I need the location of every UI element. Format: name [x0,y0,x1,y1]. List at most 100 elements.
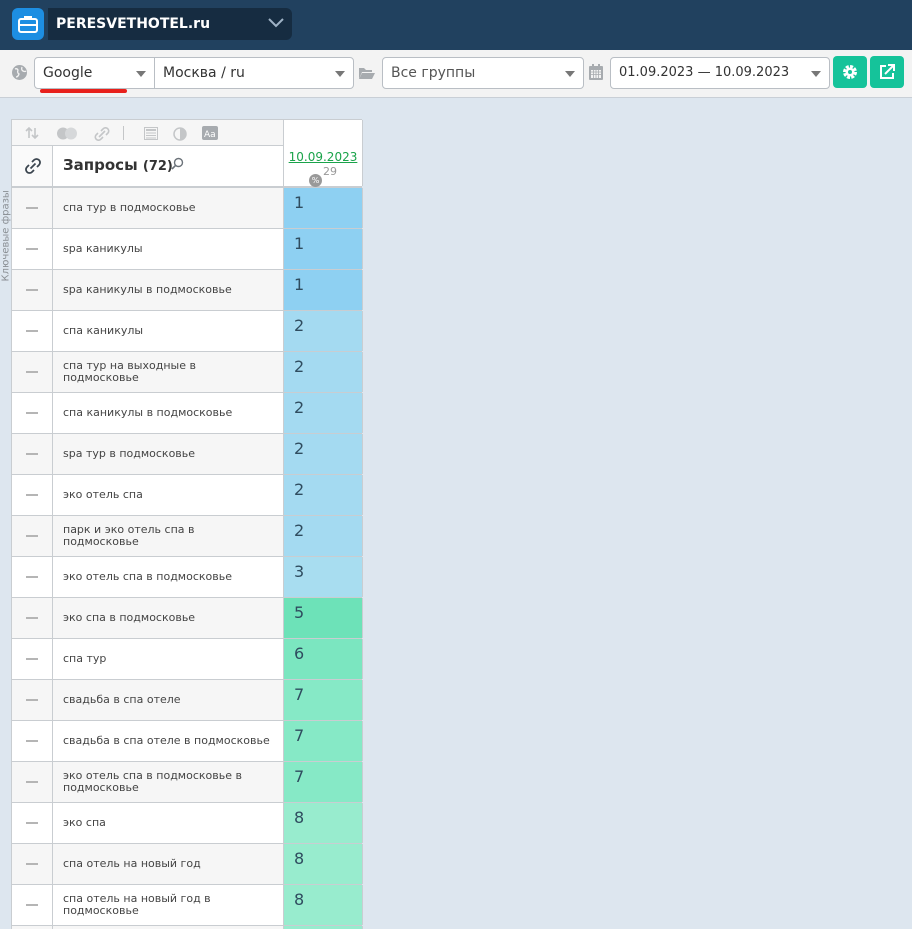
query-cell: спа отель на новый год в подмосковье [63,892,211,917]
search-icon[interactable] [171,157,184,170]
position-cell[interactable]: 2 [283,516,363,556]
position-cell[interactable]: 1 [283,270,363,310]
query-cell: спа каникулы в подмосковье [63,406,233,419]
table-row: спа каникулы 2 [12,311,363,352]
table-header-row: Запросы (72) 10.09.2023 %29 [12,146,363,188]
region-value: Москва / ru [163,65,245,81]
project-select[interactable]: PERESVETHOTEL.ru [48,8,292,40]
table-row: спа отель на новый год в подмосковье 8 [12,885,363,926]
row-link-toggle[interactable] [12,516,53,556]
minus-icon [26,904,38,906]
row-link-toggle[interactable] [12,639,53,679]
chevron-down-icon [268,18,284,28]
date-column-link[interactable]: 10.09.2023 [284,150,362,164]
queries-column-header[interactable]: Запросы (72) [53,146,283,186]
groups-value: Все группы [391,65,476,81]
keywords-side-label[interactable]: Ключевые фразы [1,186,12,281]
table-row: свадьба в спа отеле в подмосковье 7 [12,721,363,762]
query-cell: spa каникулы [63,242,143,255]
row-link-toggle[interactable] [12,721,53,761]
link-column-header[interactable] [12,146,53,186]
date-range-select[interactable]: 01.09.2023 — 10.09.2023 [610,57,830,89]
minus-icon [26,822,38,824]
queries-count: (72) [142,159,173,174]
minus-icon [26,658,38,660]
briefcase-icon[interactable] [12,8,44,40]
caret-down-icon [811,71,821,77]
date-column-header[interactable]: 10.09.2023 %29 [283,146,363,187]
minus-icon [26,371,38,373]
link-icon[interactable] [94,127,110,141]
position-cell[interactable]: 3 [283,557,363,597]
row-link-toggle[interactable] [12,311,53,351]
position-cell[interactable]: 8 [283,803,363,843]
top-bar: PERESVETHOTEL.ru [0,0,912,50]
minus-icon [26,781,38,783]
queries-title: Запросы [63,156,138,174]
row-link-toggle[interactable] [12,557,53,597]
position-cell[interactable]: 7 [283,721,363,761]
font-size-icon[interactable]: Aa [202,126,218,140]
position-cell[interactable]: 2 [283,393,363,433]
caret-down-icon [335,71,345,77]
position-cell[interactable]: 2 [283,434,363,474]
row-link-toggle[interactable] [12,434,53,474]
position-cell[interactable]: 1 [283,229,363,269]
position-cell[interactable]: 8 [283,885,363,925]
position-cell[interactable]: 8 [283,844,363,884]
date-column-sub-value: 29 [323,165,337,178]
region-select[interactable]: Москва / ru [154,57,354,89]
row-link-toggle[interactable] [12,229,53,269]
row-link-toggle[interactable] [12,680,53,720]
query-cell: spa каникулы в подмосковье [63,283,232,296]
contrast-icon[interactable] [173,127,187,141]
query-cell: свадьба в спа отеле [63,693,181,706]
link-icon [25,158,41,174]
table-row: спа тур в подмосковье 1 [12,188,363,229]
query-cell: спа отель на новый год [63,857,201,870]
minus-icon [26,248,38,250]
minus-icon [26,863,38,865]
table-row: спа каникулы в подмосковье 2 [12,393,363,434]
search-engine-select[interactable]: Google [34,57,155,89]
query-cell: свадьба в спа отеле в подмосковье [63,734,270,747]
row-link-toggle[interactable] [12,475,53,515]
gear-icon [843,65,857,79]
export-button[interactable] [870,56,904,88]
row-link-toggle[interactable] [12,188,53,228]
minus-icon [26,494,38,496]
position-cell[interactable]: 2 [283,475,363,515]
position-cell[interactable]: 2 [283,352,363,392]
position-cell[interactable]: 6 [283,639,363,679]
row-link-toggle[interactable] [12,762,53,802]
row-link-toggle[interactable] [12,803,53,843]
position-cell[interactable]: 7 [283,762,363,802]
row-link-toggle[interactable] [12,885,53,925]
table-row: спа тур на выходные в подмосковье 2 [12,352,363,393]
settings-button[interactable] [833,56,867,88]
position-cell[interactable]: 1 [283,188,363,228]
query-cell: эко спа в подмосковье [63,611,196,624]
sort-icon[interactable] [25,127,39,139]
query-cell: спа каникулы [63,324,144,337]
groups-select[interactable]: Все группы [382,57,584,89]
toggle-circles-icon[interactable] [56,127,78,140]
minus-icon [26,576,38,578]
filter-toolbar: Google Москва / ru Все группы 01.09.2023… [0,50,912,98]
table-row: эко отель спа в подмосковье в подмосковь… [12,762,363,803]
row-link-toggle[interactable] [12,393,53,433]
svg-text:Aa: Aa [204,130,216,140]
row-link-toggle[interactable] [12,270,53,310]
query-cell: эко спа [63,816,106,829]
position-cell[interactable]: 5 [283,598,363,638]
row-link-toggle[interactable] [12,598,53,638]
position-cell[interactable]: 2 [283,311,363,351]
row-link-toggle[interactable] [12,352,53,392]
minus-icon [26,412,38,414]
calendar-icon [589,64,603,80]
table-view-icon[interactable] [144,127,158,140]
table-row: эко спа в подмосковье 5 [12,598,363,639]
position-cell[interactable]: 7 [283,680,363,720]
row-link-toggle[interactable] [12,844,53,884]
query-cell: спа тур в подмосковье [63,201,196,214]
